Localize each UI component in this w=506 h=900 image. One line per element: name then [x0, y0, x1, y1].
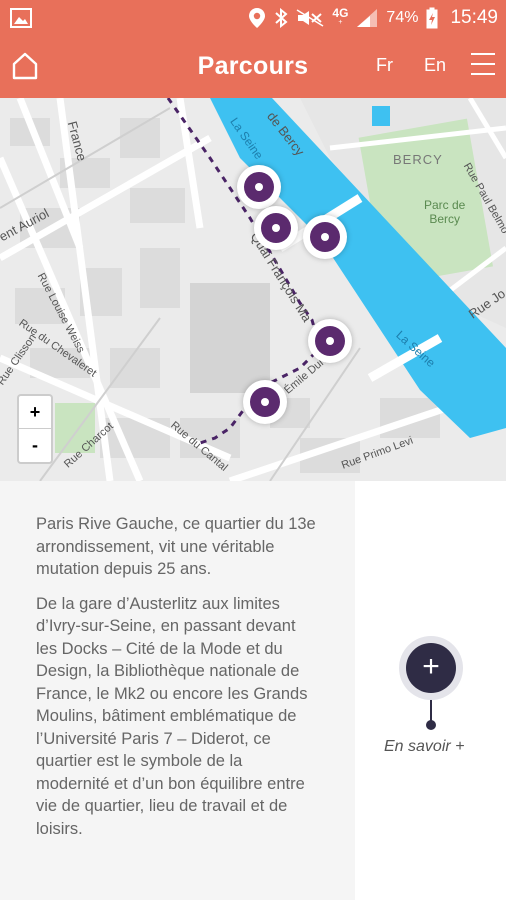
more-button[interactable]: + — [406, 643, 456, 693]
zoom-in-button[interactable]: + — [19, 396, 51, 429]
app-header: Parcours Fr En — [0, 36, 506, 98]
zoom-out-button[interactable]: - — [19, 429, 51, 462]
network-indicator: 4G + — [332, 6, 349, 26]
map-marker[interactable] — [308, 319, 352, 363]
more-label[interactable]: En savoir + — [384, 738, 464, 756]
map-label-parc-de-bercy: Parc de Bercy — [424, 198, 466, 226]
map[interactable]: de Bercy La Seine BERCY Parc de Bercy Ru… — [0, 98, 506, 481]
menu-icon[interactable] — [471, 53, 495, 77]
mute-icon — [297, 9, 324, 27]
zoom-control: + - — [17, 394, 53, 464]
description-paragraph: De la gare d’Austerlitz aux limites d’Iv… — [36, 594, 308, 838]
map-marker[interactable] — [243, 380, 287, 424]
language-fr-button[interactable]: Fr — [376, 55, 393, 76]
map-marker[interactable] — [303, 215, 347, 259]
location-icon — [249, 8, 266, 28]
clock: 15:49 — [450, 7, 498, 28]
gallery-icon — [10, 8, 32, 28]
map-marker[interactable] — [237, 165, 281, 209]
more-connector-dot — [426, 720, 436, 730]
bluetooth-icon — [275, 8, 288, 28]
battery-percent: 74% — [386, 9, 419, 26]
description-paragraph: Paris Rive Gauche, ce quartier du 13e ar… — [36, 515, 316, 578]
map-marker[interactable] — [254, 206, 298, 250]
description-panel: Paris Rive Gauche, ce quartier du 13e ar… — [0, 481, 355, 900]
battery-icon — [426, 7, 438, 29]
language-en-button[interactable]: En — [424, 55, 446, 76]
plus-icon: + — [422, 650, 440, 683]
signal-icon — [357, 9, 378, 27]
map-label-bercy: BERCY — [393, 152, 443, 167]
status-bar: 4G + 74% 15:49 — [0, 0, 506, 36]
